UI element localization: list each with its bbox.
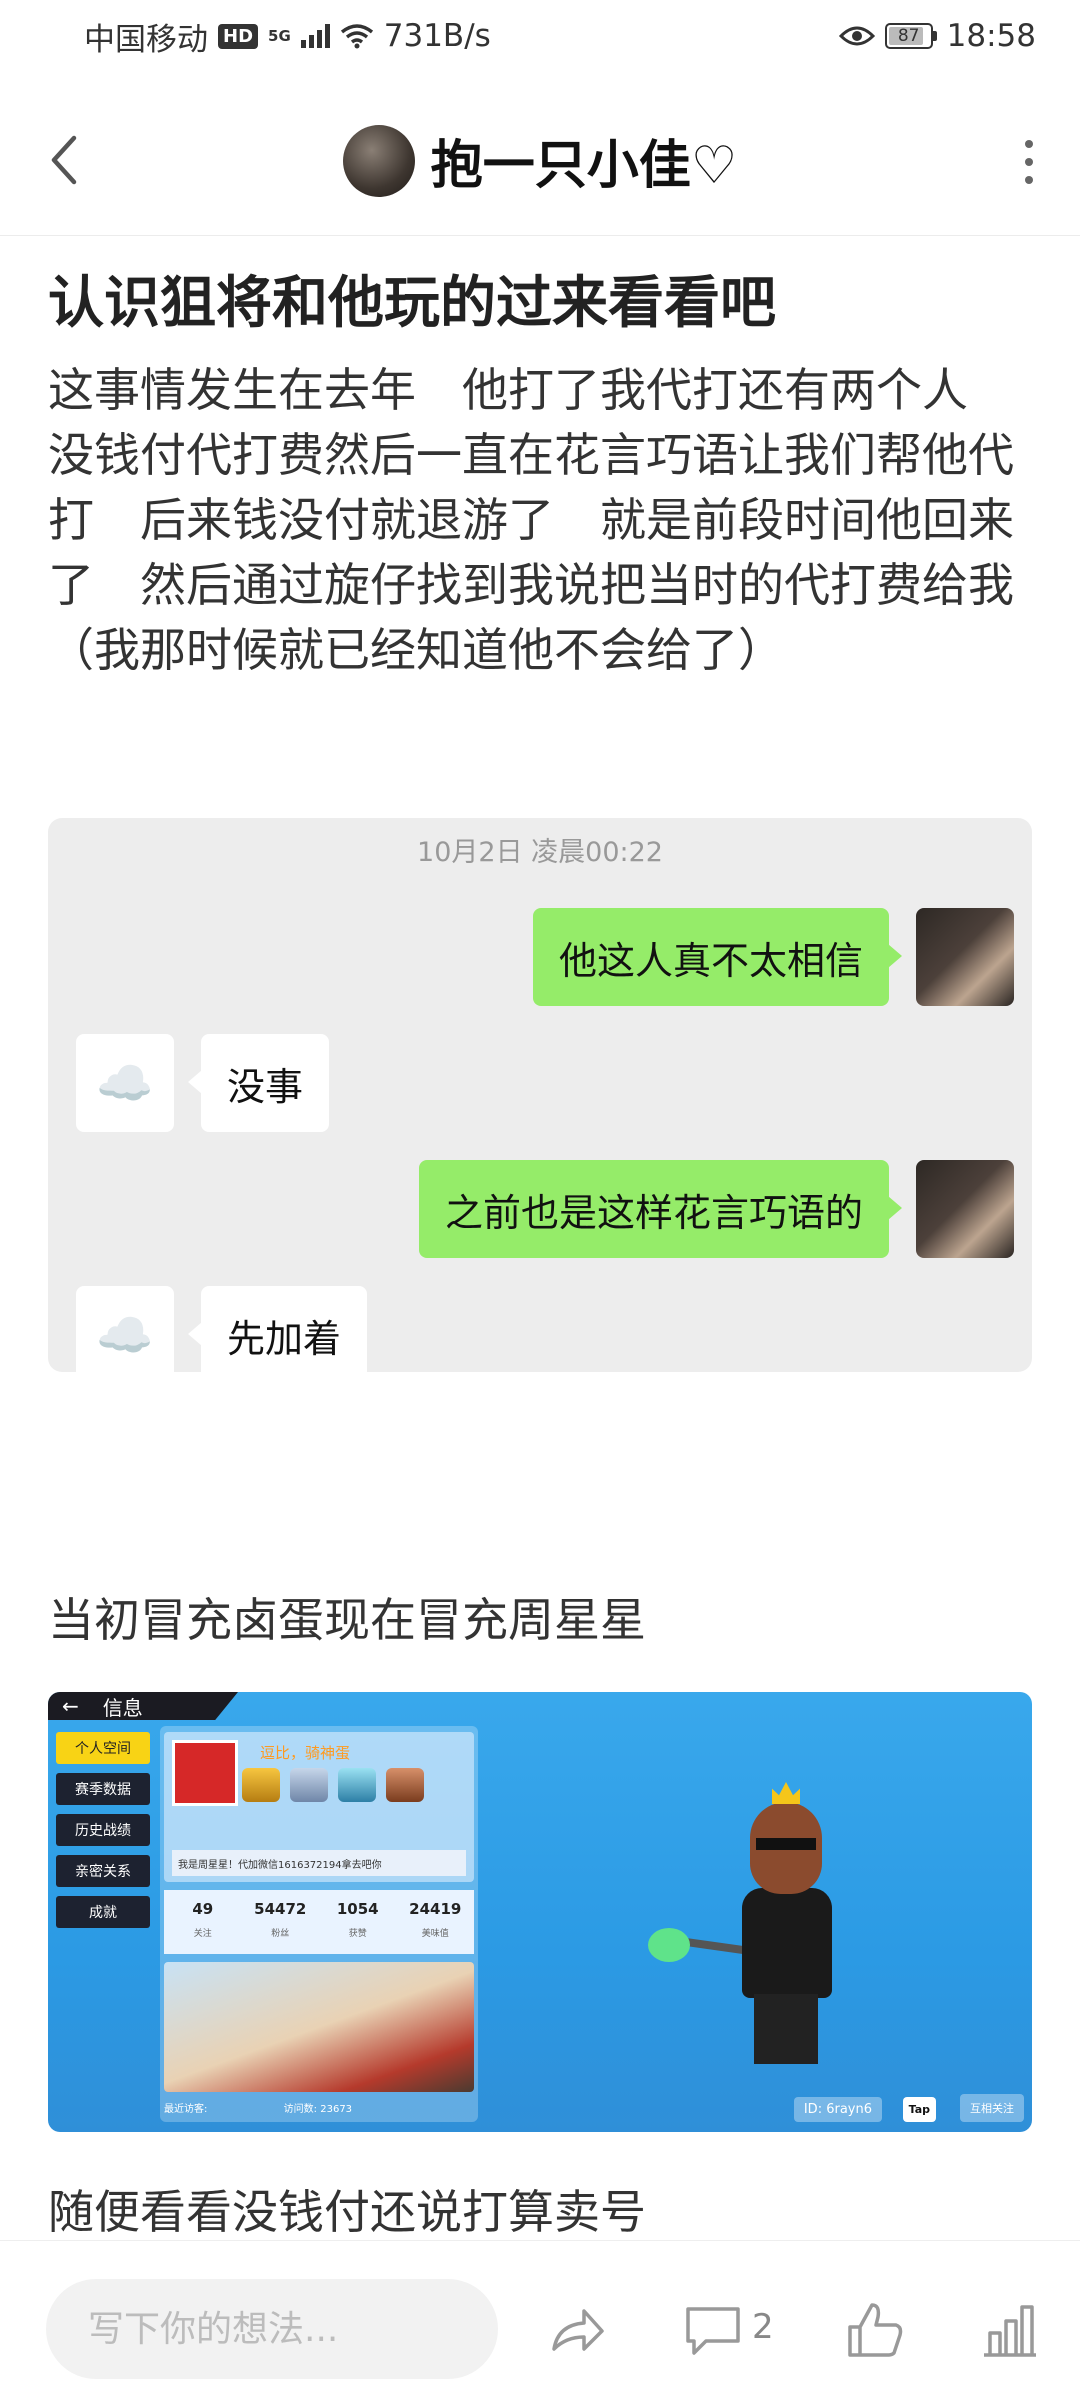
status-right: 87 18:58	[838, 18, 1036, 54]
game-follow-label: 互相关注	[960, 2094, 1024, 2122]
game-stat: 49 关注	[192, 1900, 214, 1939]
rainbow-cloud-icon: ☁️	[76, 1286, 174, 1372]
game-tab: 成就	[56, 1896, 150, 1928]
chat-message-right: 他这人真不太相信	[532, 908, 1014, 1006]
battery-level: 87	[897, 26, 920, 46]
game-profile-screenshot[interactable]: ← 信息 个人空间 赛季数据 历史战绩 亲密关系 成就 逗比，骑神蛋 我是周星星！…	[48, 1692, 1032, 2132]
game-topbar: ← 信息	[48, 1692, 238, 1720]
comment-input[interactable]	[46, 2279, 498, 2379]
eye-icon	[838, 26, 875, 46]
chat-bubble: 先加着	[187, 1286, 368, 1372]
back-button[interactable]	[44, 130, 84, 190]
game-stat: 24419 美味值	[409, 1900, 462, 1939]
share-icon[interactable]	[546, 2299, 608, 2361]
wifi-icon	[340, 24, 373, 49]
post-paragraph: 当初冒充卤蛋现在冒充周星星	[48, 1593, 646, 1647]
chat-timestamp: 10月2日 凌晨00:22	[417, 837, 663, 868]
stats-icon[interactable]	[978, 2299, 1040, 2361]
comment-icon[interactable]	[682, 2299, 744, 2361]
chat-bubble: 他这人真不太相信	[532, 908, 903, 1006]
like-icon[interactable]	[844, 2299, 906, 2361]
chat-screenshot[interactable]: 10月2日 凌晨00:22 他这人真不太相信 ☁️ 没事 之前也是这样花言巧语的…	[48, 818, 1032, 1372]
status-left: 中国移动 HD 5G 731B/s	[84, 14, 491, 59]
chat-bubble: 没事	[187, 1034, 330, 1132]
game-visitors: 最近访客: 访问数: 23673	[164, 2104, 353, 2115]
game-player-id: ID: 6rayn6	[793, 2097, 882, 2122]
game-tab: 个人空间	[56, 1732, 150, 1764]
game-tab: 历史战绩	[56, 1814, 150, 1846]
crown-icon	[772, 1782, 800, 1804]
tap-logo: Tap	[902, 2097, 936, 2122]
post-title: 认识狙将和他玩的过来看看吧	[48, 271, 776, 336]
post-paragraph: 随便看看没钱付还说打算卖号	[48, 2185, 646, 2239]
page-title: 抱一只小佳♡	[430, 136, 738, 196]
chat-avatar	[916, 1160, 1014, 1258]
game-stats: 49 关注 54472 粉丝 1054 获赞 24419 美味值	[164, 1890, 474, 1954]
badge-row	[242, 1768, 424, 1802]
battery-icon: 87	[884, 23, 937, 49]
more-menu-button[interactable]	[1014, 134, 1044, 190]
clock: 18:58	[946, 18, 1036, 54]
carrier-label: 中国移动	[84, 21, 208, 58]
game-tab: 赛季数据	[56, 1773, 150, 1805]
back-arrow-icon: ←	[62, 1694, 79, 1718]
game-player-name: 逗比，骑神蛋	[260, 1744, 351, 1762]
game-topbar-label: 信息	[102, 1695, 143, 1720]
game-artwork	[164, 1962, 474, 2092]
game-stat: 54472 粉丝	[254, 1900, 307, 1939]
game-tab: 亲密关系	[56, 1855, 150, 1887]
rainbow-cloud-icon: ☁️	[76, 1034, 174, 1132]
game-stat: 1054 获赞	[336, 1900, 379, 1939]
chat-message-left: ☁️ 先加着	[76, 1286, 368, 1372]
post-body: 这事情发生在去年 他打了我代打还有两个人 没钱付代打费然后一直在花言巧语让我们帮…	[48, 363, 1014, 677]
game-sidebar: 个人空间 赛季数据 历史战绩 亲密关系 成就	[56, 1732, 150, 1937]
comment-count: 2	[752, 2307, 774, 2347]
hd-badge: HD	[218, 23, 259, 49]
game-profile-panel: 逗比，骑神蛋 我是周星星！代加微信1616372194拿去吧你 49 关注 544…	[160, 1726, 478, 2122]
game-profile-card: 逗比，骑神蛋 我是周星星！代加微信1616372194拿去吧你	[164, 1732, 474, 1882]
game-character	[648, 1778, 844, 2078]
chat-message-left: ☁️ 没事	[76, 1034, 330, 1132]
avatar[interactable]	[342, 124, 415, 197]
chat-bubble: 之前也是这样花言巧语的	[418, 1160, 903, 1258]
bottom-action-bar: 2	[0, 2240, 1080, 2400]
header-user[interactable]: 抱一只小佳♡	[342, 123, 738, 198]
page-header: 抱一只小佳♡	[0, 86, 1080, 236]
network-type: 5G	[268, 26, 291, 45]
signal-icon	[300, 24, 330, 48]
chat-message-right: 之前也是这样花言巧语的	[418, 1160, 1014, 1258]
network-speed: 731B/s	[383, 18, 491, 54]
status-bar: 中国移动 HD 5G 731B/s 87 18:58	[0, 0, 1080, 72]
game-signature: 我是周星星！代加微信1616372194拿去吧你	[172, 1850, 466, 1876]
flag-avatar	[172, 1740, 238, 1806]
chat-avatar	[916, 908, 1014, 1006]
